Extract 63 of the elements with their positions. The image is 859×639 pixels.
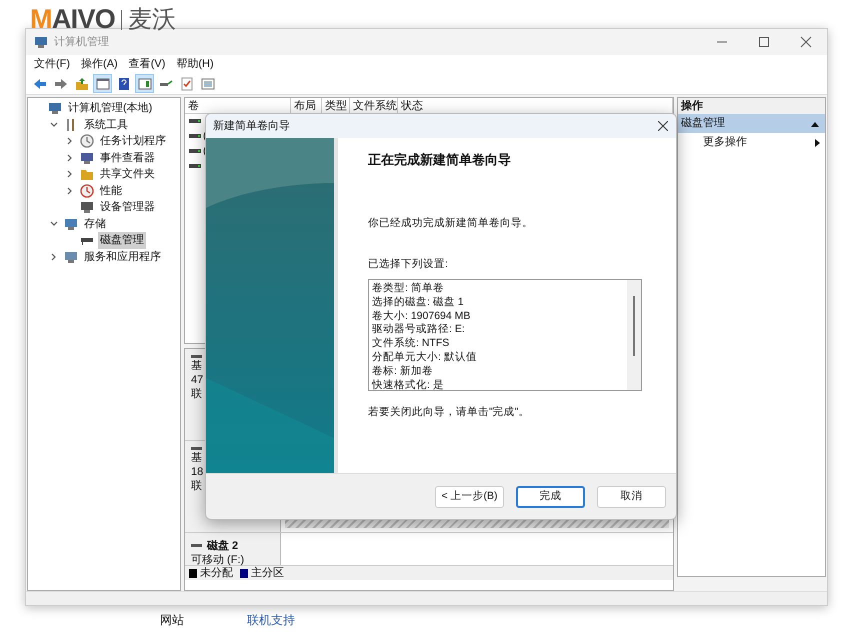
tree-item[interactable]: 计算机管理(本地) — [66, 100, 154, 116]
tree-item[interactable]: 系统工具 — [82, 116, 130, 133]
footer-link[interactable]: 网站 — [160, 611, 184, 629]
computer-icon — [34, 35, 48, 49]
dialog-button[interactable]: 完成 — [516, 486, 585, 508]
setting-line: 快速格式化: 是 — [372, 378, 445, 390]
brand-logo: MAIVO — [30, 6, 116, 33]
volume-icon — [189, 118, 201, 124]
closing-text: 若要关闭此向导，请单击"完成"。 — [368, 405, 530, 420]
disk-info: 47 — [191, 373, 204, 387]
menu-item[interactable]: 文件(F) — [34, 56, 70, 72]
action-section[interactable]: 磁盘管理 — [678, 114, 825, 133]
computer-icon — [48, 101, 62, 116]
dialog-button[interactable]: < 上一步(B) — [435, 486, 504, 508]
disk-info: 基 — [191, 359, 203, 373]
footer-link[interactable]: 联机支持 — [247, 611, 295, 629]
setting-line: 卷大小: 1907694 MB — [372, 310, 472, 323]
menu-item[interactable]: 帮助(H) — [176, 56, 214, 72]
menu-item[interactable]: 查看(V) — [128, 56, 166, 72]
window-title: 计算机管理 — [54, 34, 109, 50]
settings-label: 已选择下列设置: — [368, 257, 449, 272]
gauge-icon — [80, 184, 94, 198]
tree-item[interactable]: 磁盘管理 — [98, 232, 146, 248]
folder-icon — [80, 167, 94, 182]
dialog-button[interactable]: 取消 — [597, 486, 666, 508]
setting-line: 分配单元大小: 默认值 — [372, 350, 478, 365]
disk-info: 联 — [191, 387, 203, 401]
brand-name: 麦沃 — [128, 8, 176, 32]
collapse-arrow-icon[interactable] — [811, 120, 819, 126]
toolbar-button[interactable] — [135, 74, 154, 93]
setting-line: 文件系统: NTFS — [372, 337, 450, 351]
panel-header: 操作 — [678, 98, 825, 114]
list-icon — [200, 76, 216, 92]
volume-icon — [189, 148, 201, 154]
pane-icon — [94, 76, 110, 92]
maximize-icon[interactable] — [757, 35, 771, 49]
submenu-arrow-icon — [815, 138, 820, 146]
menu-item[interactable]: 操作(A) — [81, 56, 118, 72]
close-icon[interactable] — [799, 35, 813, 49]
legend-label: 主分区 — [251, 566, 284, 581]
wizard-heading: 正在完成新建简单卷向导 — [368, 151, 512, 169]
disk-name: 磁盘 2 — [207, 539, 238, 553]
setting-line: 卷类型: 简单卷 — [372, 282, 445, 296]
volume-icon — [189, 134, 201, 140]
toolbar-button[interactable] — [93, 74, 112, 93]
action-item[interactable]: 更多操作 — [703, 134, 747, 151]
pane2-icon — [136, 76, 152, 92]
intro-text: 你已经成功完成新建简单卷向导。 — [368, 216, 534, 230]
disk-info: 可移动 (F:) — [191, 553, 246, 567]
scrollbar[interactable] — [627, 280, 641, 390]
disk-info: 联 — [191, 479, 203, 493]
setting-line: 驱动器号或路径: E: — [372, 323, 466, 337]
setting-line: 选择的磁盘: 磁盘 1 — [372, 296, 465, 310]
volume-icon — [189, 164, 201, 170]
check-icon — [178, 76, 194, 92]
clock-icon — [80, 134, 94, 148]
dialog-title: 新建简单卷向导 — [213, 118, 290, 134]
up-icon — [74, 76, 90, 92]
legend-label: 未分配 — [200, 566, 233, 581]
disk-info: 18 — [191, 465, 204, 479]
setting-line: 卷标: 新加卷 — [372, 364, 434, 379]
close-icon[interactable] — [658, 121, 668, 131]
disk-info: 基 — [191, 451, 203, 465]
